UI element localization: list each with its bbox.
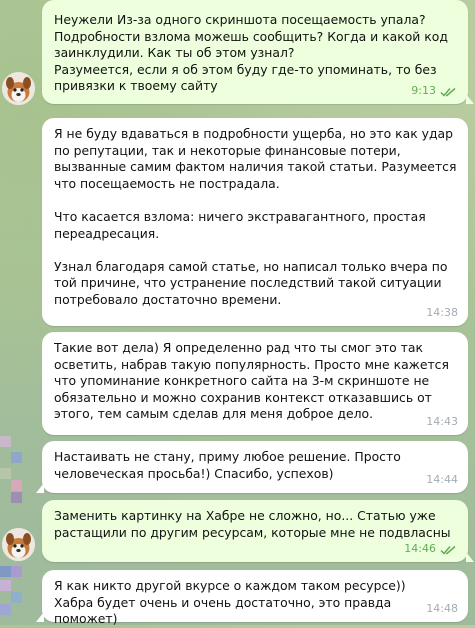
bubble-tail	[466, 94, 474, 104]
avatar[interactable]	[2, 72, 35, 105]
incoming-avatar-fragment	[0, 430, 26, 510]
message-time: 14:38	[426, 306, 458, 320]
message-bubble-incoming[interactable]: Я не буду вдаваться в подробности ущерба…	[42, 118, 468, 326]
bubble-tail	[36, 483, 44, 493]
message-text: Я не буду вдаваться в подробности ущерба…	[54, 126, 457, 307]
message-text: Настаивать не стану, приму любое решение…	[54, 449, 405, 481]
message-time: 14:44	[426, 473, 458, 487]
avatar[interactable]	[2, 528, 35, 561]
message-meta: 14:48	[426, 601, 458, 618]
message-time: 14:43	[426, 415, 458, 429]
message-text: Я как никто другой вкурсе о каждом таком…	[54, 578, 410, 627]
bubble-tail	[36, 612, 44, 622]
message-meta: 14:38	[426, 305, 458, 322]
message-bubble-incoming[interactable]: Настаивать не стану, приму любое решение…	[36, 441, 468, 493]
incoming-avatar-fragment	[0, 560, 26, 620]
message-time: 14:48	[426, 602, 458, 616]
message-time: 14:46	[404, 542, 436, 556]
message-meta: 14:43	[426, 414, 458, 431]
dog-avatar-icon	[2, 72, 35, 105]
message-bubble-outgoing[interactable]: Неужели Из-за одного скриншота посещаемо…	[42, 0, 474, 104]
read-double-check-icon	[440, 87, 456, 97]
message-time: 9:13	[411, 84, 436, 98]
bubble-tail	[466, 552, 474, 562]
message-meta: 14:44	[426, 472, 458, 489]
dog-avatar-icon	[2, 528, 35, 561]
message-meta: 9:13	[411, 83, 458, 100]
message-bubble-incoming[interactable]: Я как никто другой вкурсе о каждом таком…	[36, 570, 468, 626]
message-bubble-incoming[interactable]: Такие вот дела) Я определенно рад что ты…	[42, 332, 468, 435]
message-text: Неужели Из-за одного скриншота посещаемо…	[54, 12, 448, 94]
message-meta: 14:46	[404, 541, 458, 558]
message-text: Заменить картинку на Хабре не сложно, но…	[54, 508, 451, 540]
message-text: Такие вот дела) Я определенно рад что ты…	[54, 340, 453, 422]
read-double-check-icon	[440, 545, 456, 555]
message-bubble-outgoing[interactable]: Заменить картинку на Хабре не сложно, но…	[42, 500, 474, 562]
